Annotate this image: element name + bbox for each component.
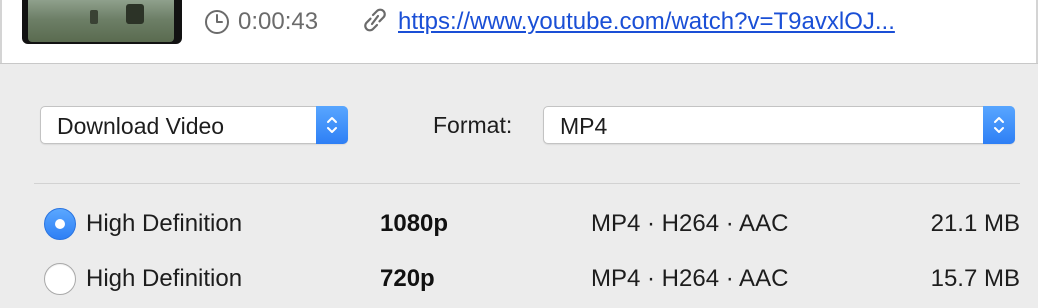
video-info-strip: 0:00:43 https://www.youtube.com/watch?v=… bbox=[0, 0, 1038, 64]
format-select[interactable]: MP4 bbox=[543, 106, 1015, 144]
format-label: Format: bbox=[433, 112, 513, 138]
up-down-chevron-icon[interactable] bbox=[983, 106, 1015, 144]
video-download-panel: 0:00:43 https://www.youtube.com/watch?v=… bbox=[0, 0, 1038, 308]
duration-text: 0:00:43 bbox=[238, 8, 319, 35]
thumbnail-figure bbox=[90, 10, 98, 24]
strip-divider bbox=[0, 63, 1038, 64]
quality-resolution: 1080p bbox=[380, 210, 449, 237]
quality-radio[interactable] bbox=[44, 263, 76, 295]
quality-label: High Definition bbox=[86, 265, 243, 292]
section-divider bbox=[34, 183, 1020, 184]
video-thumbnail[interactable] bbox=[22, 0, 182, 44]
quality-file-size: 21.1 MB bbox=[930, 210, 1020, 237]
quality-resolution: 720p bbox=[380, 265, 435, 292]
action-select-value: Download Video bbox=[57, 113, 225, 139]
thumbnail-figure bbox=[126, 4, 144, 24]
quality-codecs: MP4 · H264 · AAC bbox=[591, 210, 789, 237]
link-icon bbox=[362, 6, 388, 39]
clock-icon bbox=[204, 9, 230, 35]
quality-label: High Definition bbox=[86, 210, 243, 237]
quality-radio-selected[interactable] bbox=[44, 208, 76, 240]
video-url-link[interactable]: https://www.youtube.com/watch?v=T9avxlOJ… bbox=[398, 8, 895, 36]
thumbnail-image bbox=[28, 0, 174, 42]
quality-file-size: 15.7 MB bbox=[930, 265, 1020, 292]
quality-codecs: MP4 · H264 · AAC bbox=[591, 265, 789, 292]
video-duration: 0:00:43 bbox=[204, 6, 318, 38]
strip-left-border bbox=[0, 0, 2, 64]
quality-option[interactable]: High Definition 720p MP4 · H264 · AAC 15… bbox=[0, 259, 1038, 299]
action-select[interactable]: Download Video bbox=[40, 106, 348, 144]
quality-option[interactable]: High Definition 1080p MP4 · H264 · AAC 2… bbox=[0, 204, 1038, 244]
format-select-value: MP4 bbox=[560, 113, 608, 139]
up-down-chevron-icon[interactable] bbox=[316, 106, 348, 144]
video-url: https://www.youtube.com/watch?v=T9avxlOJ… bbox=[362, 6, 895, 38]
